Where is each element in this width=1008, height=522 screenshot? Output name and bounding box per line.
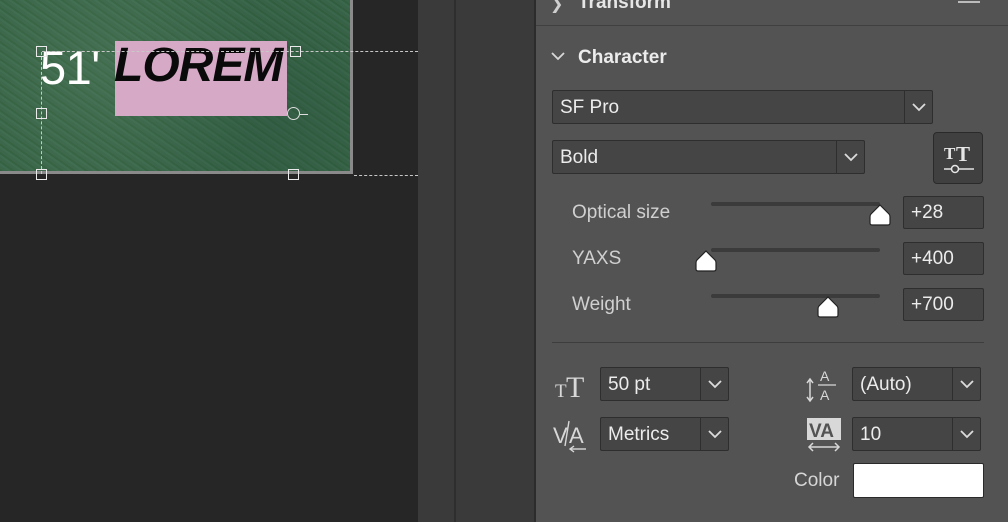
yaxs-slider-track[interactable] bbox=[711, 248, 880, 252]
kerning-value: Metrics bbox=[608, 424, 670, 445]
chevron-down-icon[interactable] bbox=[700, 368, 728, 400]
font-size-value: 50 pt bbox=[608, 374, 651, 395]
yaxs-value: +400 bbox=[911, 248, 954, 269]
chevron-down-icon[interactable] bbox=[904, 91, 932, 123]
optical-size-value: +28 bbox=[911, 202, 944, 223]
kerning-icon: V A bbox=[553, 420, 586, 453]
svg-text:A: A bbox=[820, 368, 830, 384]
weight-slider-thumb[interactable] bbox=[817, 296, 839, 318]
weight-slider-track[interactable] bbox=[711, 294, 880, 298]
svg-text:T: T bbox=[566, 371, 584, 401]
leading-icon: A A bbox=[806, 368, 836, 403]
color-swatch[interactable] bbox=[853, 463, 984, 498]
canvas-area[interactable]: 51' LOREM bbox=[0, 0, 418, 522]
align-icon[interactable] bbox=[958, 0, 980, 3]
font-family-value: SF Pro bbox=[560, 97, 620, 118]
panel-gutter bbox=[418, 0, 536, 522]
chevron-down-icon[interactable] bbox=[952, 368, 980, 400]
resize-handle-middle-left[interactable] bbox=[36, 108, 47, 119]
character-section-label: Character bbox=[578, 47, 667, 68]
canvas-text-lorem[interactable]: LOREM bbox=[114, 38, 283, 93]
font-style-dropdown[interactable]: Bold bbox=[552, 140, 865, 174]
font-size-icon: T T bbox=[555, 371, 584, 401]
optical-size-slider-thumb[interactable] bbox=[869, 204, 891, 226]
optical-size-label: Optical size bbox=[572, 202, 671, 223]
chevron-down-icon[interactable] bbox=[700, 418, 728, 450]
section-divider bbox=[552, 342, 984, 343]
color-label: Color bbox=[794, 470, 840, 491]
yaxs-slider-thumb[interactable] bbox=[695, 250, 717, 272]
variable-font-axes-button[interactable]: T T bbox=[933, 132, 983, 184]
properties-panel: ❯ Transform Character SF Pro Bold T T Op… bbox=[536, 0, 1008, 522]
svg-text:A: A bbox=[820, 387, 830, 403]
weight-label: Weight bbox=[572, 294, 631, 315]
svg-text:T: T bbox=[944, 144, 956, 163]
character-section-header[interactable]: Character bbox=[536, 44, 1008, 76]
variable-font-axes-icon: T T bbox=[944, 142, 974, 174]
tracking-icon: VA bbox=[807, 418, 841, 452]
selection-guide-top bbox=[42, 51, 418, 52]
weight-value: +700 bbox=[911, 294, 954, 315]
kerning-dropdown[interactable]: Metrics bbox=[600, 417, 729, 451]
chevron-down-icon bbox=[551, 52, 565, 61]
yaxs-input[interactable]: +400 bbox=[903, 242, 984, 275]
yaxs-label: YAXS bbox=[572, 248, 622, 269]
leading-dropdown[interactable]: (Auto) bbox=[852, 367, 981, 401]
selection-guide-bottom bbox=[354, 175, 418, 176]
gutter-divider bbox=[454, 0, 456, 522]
chevron-down-icon[interactable] bbox=[952, 418, 980, 450]
optical-size-input[interactable]: +28 bbox=[903, 196, 984, 229]
optical-size-slider-track[interactable] bbox=[711, 202, 880, 206]
transform-section-label: Transform bbox=[578, 0, 671, 13]
tracking-value: 10 bbox=[860, 424, 882, 445]
tracking-dropdown[interactable]: 10 bbox=[852, 417, 981, 451]
artboard-image[interactable]: 51' LOREM bbox=[0, 0, 353, 174]
weight-input[interactable]: +700 bbox=[903, 288, 984, 321]
canvas-text-number[interactable]: 51' bbox=[40, 40, 100, 95]
chevron-down-icon[interactable] bbox=[836, 141, 864, 173]
svg-text:T: T bbox=[956, 142, 970, 166]
svg-text:VA: VA bbox=[809, 421, 834, 442]
resize-handle-bottom-right[interactable] bbox=[288, 169, 299, 180]
font-family-dropdown[interactable]: SF Pro bbox=[552, 90, 933, 124]
rotate-handle[interactable] bbox=[287, 107, 308, 120]
resize-handle-top-left[interactable] bbox=[36, 46, 47, 57]
font-size-dropdown[interactable]: 50 pt bbox=[600, 367, 729, 401]
svg-text:A: A bbox=[569, 423, 584, 448]
resize-handle-top-right[interactable] bbox=[290, 46, 301, 57]
chevron-right-icon: ❯ bbox=[550, 0, 564, 13]
transform-section-header[interactable]: ❯ Transform bbox=[536, 0, 1008, 26]
resize-handle-bottom-left[interactable] bbox=[36, 169, 47, 180]
leading-value: (Auto) bbox=[860, 374, 912, 395]
font-style-value: Bold bbox=[560, 147, 599, 168]
